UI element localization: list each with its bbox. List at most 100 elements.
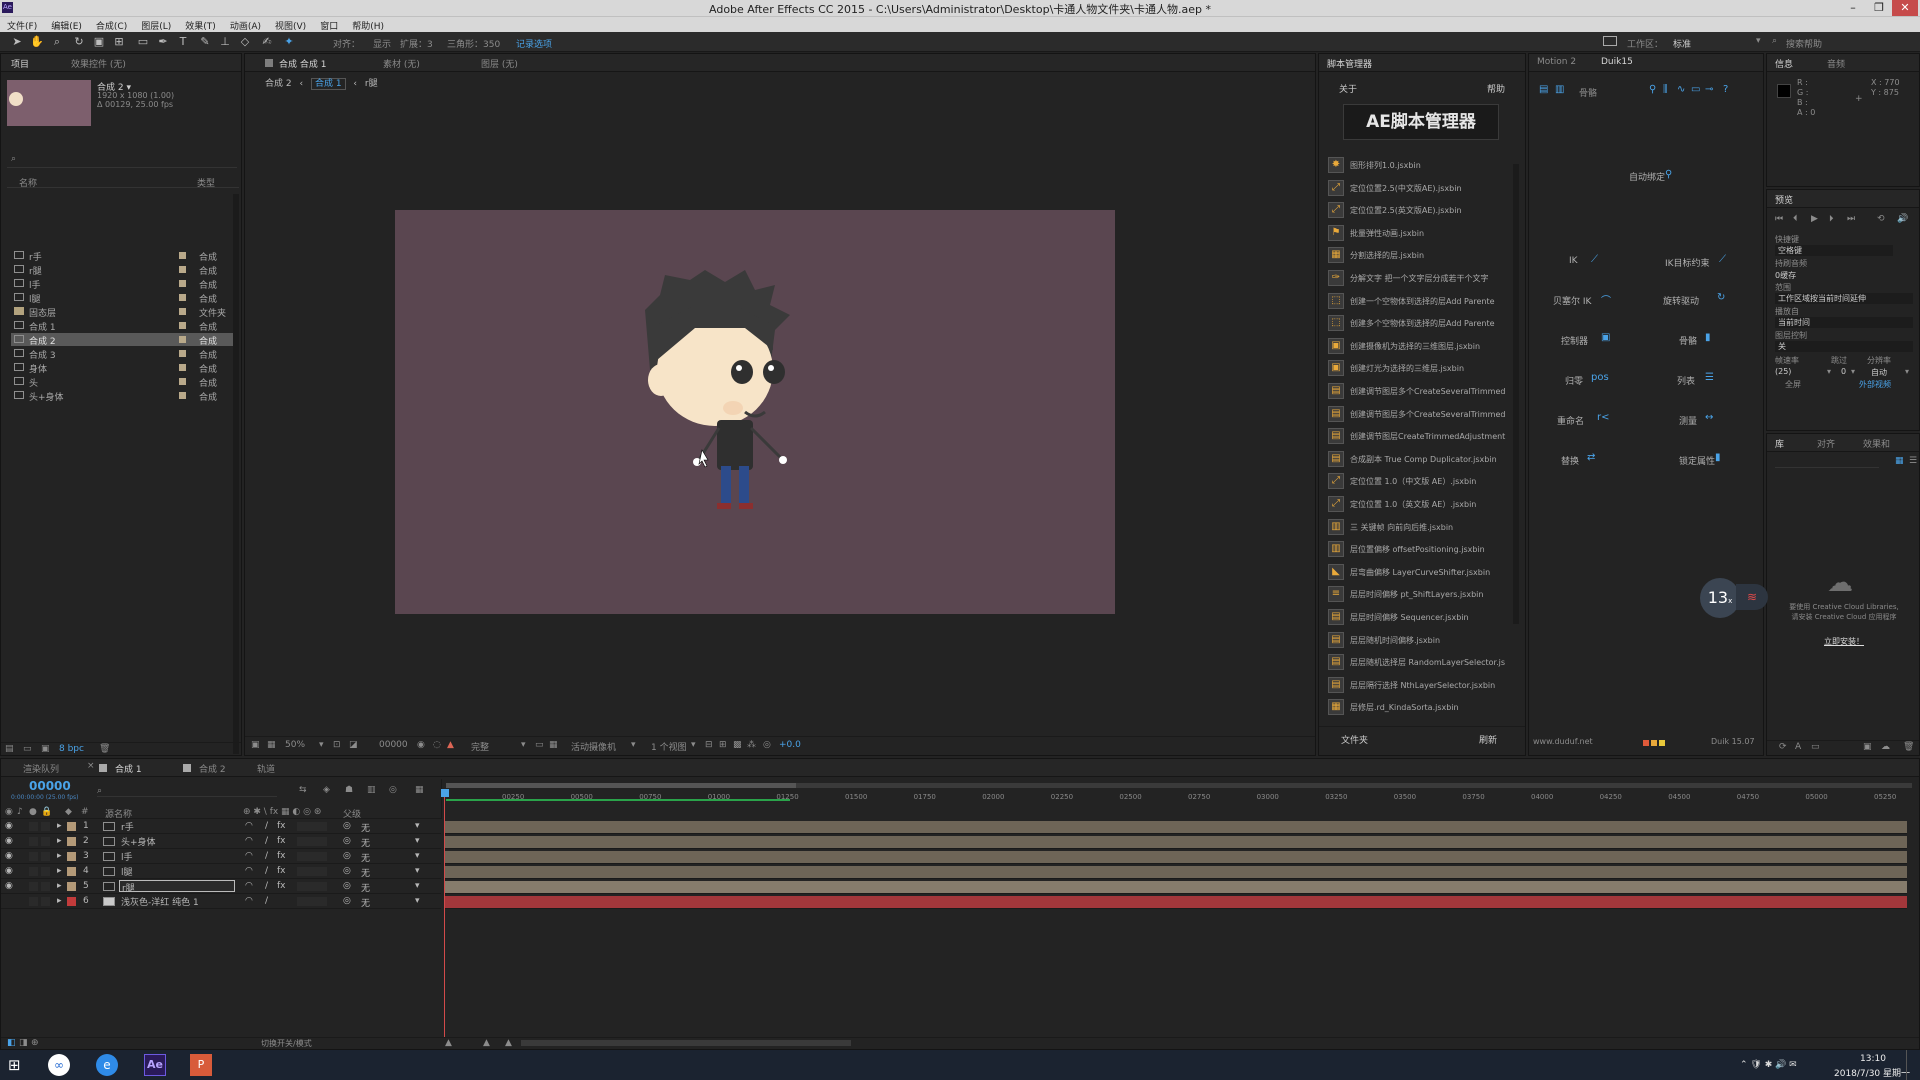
script-item[interactable]: ▤ 创建调节图层CreateTrimmedAdjustment xyxy=(1328,426,1508,446)
solo-toggle[interactable] xyxy=(29,837,38,846)
zoom-select[interactable]: 50% xyxy=(285,740,305,750)
always-preview-icon[interactable]: ▣ xyxy=(251,740,260,750)
transparency-grid-icon[interactable]: ▦ xyxy=(549,740,558,750)
lock-icon[interactable] xyxy=(265,59,273,67)
timeline-layer-row[interactable]: ◉ ▸ 1 r手 ◠ / fx ◎ 无 ▾ xyxy=(1,820,441,834)
windows-start-icon[interactable]: ⊞ xyxy=(8,1057,24,1073)
browser2-icon[interactable]: e xyxy=(96,1054,118,1076)
tab-info[interactable]: 信息 xyxy=(1775,57,1793,70)
refresh-button[interactable]: 刷新 xyxy=(1479,733,1497,746)
fast-preview-icon[interactable]: ⊞ xyxy=(719,740,727,750)
first-frame-icon[interactable]: ⏮ xyxy=(1775,214,1783,224)
switch-boxes[interactable] xyxy=(297,867,327,876)
after-effects-taskbar-icon[interactable]: Ae xyxy=(144,1054,166,1076)
add-icon[interactable]: ▭ xyxy=(1811,742,1820,752)
layer-duration-bar[interactable] xyxy=(445,821,1907,834)
time-navigator[interactable] xyxy=(446,783,1912,788)
exposure-icon[interactable]: ◎ xyxy=(763,740,771,750)
menu-file[interactable]: 文件(F) xyxy=(0,17,44,32)
solo-toggle[interactable] xyxy=(29,852,38,861)
draft-3d-icon[interactable]: ◈ xyxy=(323,785,330,795)
script-item[interactable]: ▥ 三 关键帧 向前向后推.jsxbin xyxy=(1328,517,1508,537)
rectangle-tool-icon[interactable]: ▭ xyxy=(136,35,150,49)
external-video-link[interactable]: 外部视频 xyxy=(1859,379,1891,390)
chevron-down-icon[interactable]: ▾ xyxy=(631,740,636,750)
tab-motion2[interactable]: Motion 2 xyxy=(1537,57,1576,67)
composition-canvas[interactable] xyxy=(395,210,1115,614)
layer-name[interactable]: l手 xyxy=(119,850,235,863)
menu-layer[interactable]: 图层(L) xyxy=(134,17,178,32)
source-name-header[interactable]: 源名称 xyxy=(105,807,132,820)
expand-arrow-icon[interactable]: ▸ xyxy=(57,821,62,831)
quality-switch-icon[interactable]: / xyxy=(265,836,268,846)
zero-button[interactable]: 归零 xyxy=(1565,374,1583,387)
in-out-icon[interactable]: ⊕ xyxy=(31,1038,39,1048)
sync-icon[interactable]: ⟳ xyxy=(1779,742,1787,752)
tray-icons[interactable]: ⌃ 🛡 ✱ 🔊 ✉ xyxy=(1740,1060,1797,1070)
expand-arrow-icon[interactable]: ▸ xyxy=(57,851,62,861)
label-color-swatch[interactable] xyxy=(179,294,186,301)
cache-checkbox[interactable]: 0缓存 xyxy=(1775,270,1796,281)
animation-icon[interactable]: ▥ xyxy=(1555,84,1564,95)
stamp-tool-icon[interactable]: ⊥ xyxy=(218,35,232,49)
shy-switch-icon[interactable]: ◠ xyxy=(245,881,253,891)
camera-select[interactable]: 活动摄像机 xyxy=(571,740,616,753)
layer-duration-bar[interactable] xyxy=(445,866,1907,879)
layer-label-color[interactable] xyxy=(67,897,76,906)
script-item[interactable]: ▣ 创建灯光为选择的三维层.jsxbin xyxy=(1328,358,1508,378)
current-time-field[interactable]: 00000 xyxy=(379,740,408,750)
pickwhip-icon[interactable]: ◎ xyxy=(343,866,351,876)
script-item[interactable]: ▤ 层层随机选择层 RandomLayerSelector.js xyxy=(1328,652,1508,672)
layer-label-color[interactable] xyxy=(67,837,76,846)
visibility-eye-icon[interactable]: ◉ xyxy=(5,851,13,861)
project-item[interactable]: l手 合成 xyxy=(11,277,237,291)
chevron-down-icon[interactable]: ▾ xyxy=(319,740,324,750)
chevron-down-icon[interactable]: ▾ xyxy=(1905,367,1909,376)
parent-select[interactable]: 无 xyxy=(361,836,370,849)
maximize-button[interactable]: ❐ xyxy=(1866,0,1892,16)
timeline-timecode[interactable]: 00000 xyxy=(29,779,71,793)
record-options-link[interactable]: 记录选项 xyxy=(516,37,552,50)
shy-switch-icon[interactable]: ◠ xyxy=(245,821,253,831)
autorig-button[interactable]: 自动绑定 xyxy=(1629,170,1665,183)
layer-label-color[interactable] xyxy=(67,882,76,891)
label-color-swatch[interactable] xyxy=(179,350,186,357)
script-item[interactable]: ⤢ 定位位置2.5(中文版AE).jsxbin xyxy=(1328,178,1508,198)
script-item[interactable]: ▤ 层层随机时间偏移.jsxbin xyxy=(1328,630,1508,650)
curve-tool-icon[interactable]: ∿ xyxy=(1677,84,1685,95)
project-item[interactable]: l腿 合成 xyxy=(11,291,237,305)
grid-icon[interactable]: ▦ xyxy=(267,740,276,750)
close-button[interactable]: ✕ xyxy=(1892,0,1918,16)
about-button[interactable]: 关于 xyxy=(1339,82,1357,95)
label-color-swatch[interactable] xyxy=(179,322,186,329)
measure-button[interactable]: 测量 xyxy=(1679,414,1697,427)
ik-button[interactable]: IK xyxy=(1569,256,1578,266)
timeline-search-input[interactable]: ⌕ xyxy=(97,785,277,797)
label-color-swatch[interactable] xyxy=(179,392,186,399)
chevron-down-icon[interactable]: ▾ xyxy=(691,740,696,750)
bone-button[interactable]: 骨骼 xyxy=(1679,334,1697,347)
show-snapshot-icon[interactable]: ◌ xyxy=(433,740,441,750)
toggle-pixel-icon[interactable]: ⊟ xyxy=(705,740,713,750)
effect-switch-icon[interactable]: fx xyxy=(277,851,286,861)
new-folder-icon[interactable]: ▭ xyxy=(23,744,32,754)
tab-composition[interactable]: 合成 合成 1 xyxy=(279,57,326,70)
lock-toggle[interactable] xyxy=(41,867,50,876)
text-style-icon[interactable]: A xyxy=(1795,742,1801,752)
wifi-off-icon[interactable]: ≋ xyxy=(1736,584,1768,610)
graph-editor-icon[interactable]: ▦ xyxy=(415,785,424,795)
script-item[interactable]: ⬚ 创建一个空物体到选择的层Add Parente xyxy=(1328,291,1508,311)
tab-align[interactable]: 对齐 xyxy=(1817,437,1835,450)
bpc-button[interactable]: 8 bpc xyxy=(59,744,84,754)
layer-duration-bar[interactable] xyxy=(445,896,1907,909)
switch-boxes[interactable] xyxy=(297,852,327,861)
switch-boxes[interactable] xyxy=(297,897,327,906)
chevron-down-icon[interactable]: ▾ xyxy=(415,881,420,891)
tab-render-queue[interactable]: 渲染队列 xyxy=(23,762,59,775)
tab-footage[interactable]: 素材 (无) xyxy=(383,57,420,70)
brush-tool-icon[interactable]: ✎ xyxy=(198,35,212,49)
script-item[interactable]: ✸ 图形排列1.0.jsxbin xyxy=(1328,155,1508,175)
play-from-select[interactable]: 当前时间 xyxy=(1775,317,1913,328)
tab-duik[interactable]: Duik15 xyxy=(1601,57,1633,67)
zoom-slider-handle[interactable]: ▲ xyxy=(483,1038,490,1048)
